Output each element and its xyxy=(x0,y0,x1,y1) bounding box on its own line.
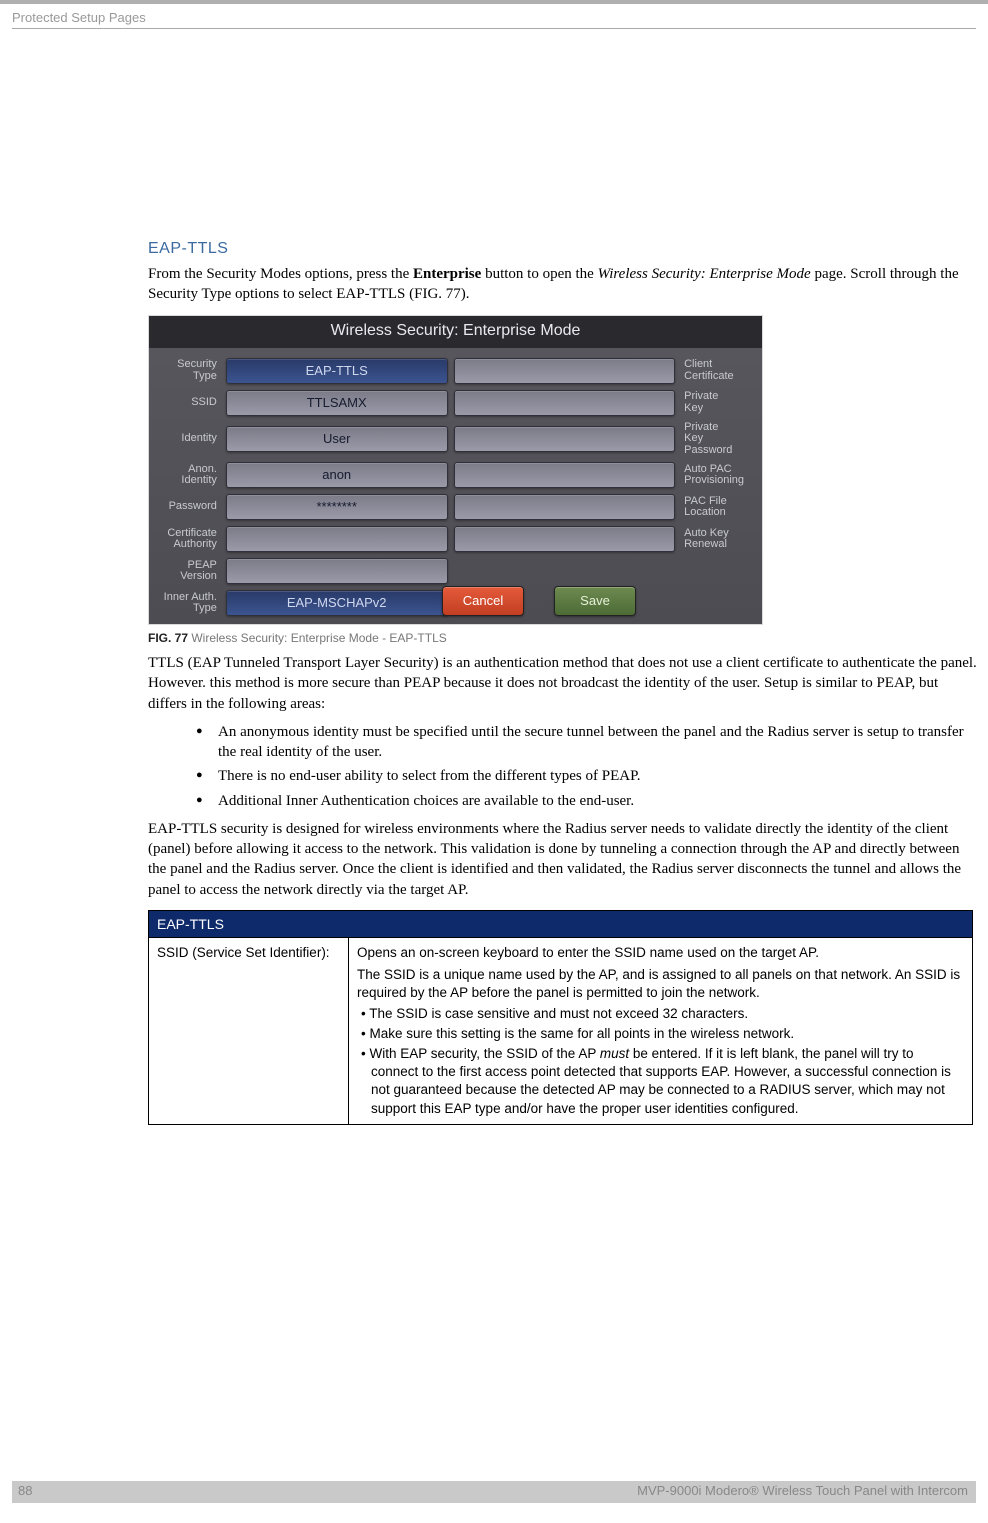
field-identity[interactable]: User xyxy=(226,426,448,452)
field-client-cert[interactable] xyxy=(454,358,676,384)
footer-title: MVP-9000i Modero® Wireless Touch Panel w… xyxy=(637,1483,968,1498)
fig-num: FIG. 77 xyxy=(148,631,188,645)
field-ssid[interactable]: TTLSAMX xyxy=(226,390,448,416)
row-security-type: Security Type EAP-TTLS Client Certificat… xyxy=(155,358,756,384)
label-pac-file: PAC File Location xyxy=(678,496,756,519)
footer: 88 MVP-9000i Modero® Wireless Touch Pane… xyxy=(0,1481,988,1509)
table-col2: Opens an on-screen keyboard to enter the… xyxy=(349,937,973,1124)
tc-b1: • The SSID is case sensitive and must no… xyxy=(357,1005,964,1023)
row-password: Password ******** PAC File Location xyxy=(155,494,756,520)
tc-p1: Opens an on-screen keyboard to enter the… xyxy=(357,944,964,962)
row-cert-auth: Certificate Authority Auto Key Renewal xyxy=(155,526,756,552)
tc-b3a: • With EAP security, the SSID of the AP xyxy=(361,1046,600,1061)
intro-paragraph: From the Security Modes options, press t… xyxy=(148,264,978,305)
label-private-key-pw: Private Key Password xyxy=(678,422,756,457)
label-client-cert: Client Certificate xyxy=(678,359,756,382)
screenshot-title: Wireless Security: Enterprise Mode xyxy=(149,316,762,348)
table-header: EAP-TTLS xyxy=(149,910,973,937)
tc-b3-italic: must xyxy=(600,1046,629,1061)
page-number: 88 xyxy=(18,1483,32,1498)
header-rule xyxy=(12,28,976,29)
label-password: Password xyxy=(155,501,223,513)
row-ssid: SSID TTLSAMX Private Key xyxy=(155,390,756,416)
label-security-type: Security Type xyxy=(155,359,223,382)
tc-b2: • Make sure this setting is the same for… xyxy=(357,1025,964,1043)
tc-b3: • With EAP security, the SSID of the AP … xyxy=(357,1045,964,1118)
row-identity: Identity User Private Key Password xyxy=(155,422,756,457)
bullet-3: Additional Inner Authentication choices … xyxy=(196,791,978,811)
tc-p2: The SSID is a unique name used by the AP… xyxy=(357,966,964,1002)
running-header: Protected Setup Pages xyxy=(12,10,146,25)
bullet-1: An anonymous identity must be specified … xyxy=(196,722,978,763)
label-auto-key: Auto Key Renewal xyxy=(678,528,756,551)
label-ssid: SSID xyxy=(155,397,223,409)
eap-table: EAP-TTLS SSID (Service Set Identifier): … xyxy=(148,910,973,1125)
page-content: EAP-TTLS From the Security Modes options… xyxy=(148,240,978,1125)
bullet-list: An anonymous identity must be specified … xyxy=(196,722,978,811)
label-peap: PEAP Version xyxy=(155,560,223,583)
field-cert-auth[interactable] xyxy=(226,526,448,552)
top-bar xyxy=(0,0,988,4)
screenshot-body: Security Type EAP-TTLS Client Certificat… xyxy=(149,348,762,625)
label-inner-auth: Inner Auth. Type xyxy=(155,592,223,615)
field-peap[interactable] xyxy=(226,558,448,584)
field-anon-identity[interactable]: anon xyxy=(226,462,448,488)
field-security-type[interactable]: EAP-TTLS xyxy=(226,358,448,384)
para-eap-ttls: EAP-TTLS security is designed for wirele… xyxy=(148,819,978,900)
intro-pre: From the Security Modes options, press t… xyxy=(148,266,413,282)
intro-mid: button to open the xyxy=(481,266,597,282)
section-title: EAP-TTLS xyxy=(148,240,978,258)
field-pac-file[interactable] xyxy=(454,494,676,520)
field-inner-auth[interactable]: EAP-MSCHAPv2 xyxy=(226,590,448,616)
save-button[interactable]: Save xyxy=(554,586,636,616)
label-cert-auth: Certificate Authority xyxy=(155,528,223,551)
label-anon-identity: Anon. Identity xyxy=(155,464,223,487)
label-auto-pac: Auto PAC Provisioning xyxy=(678,464,756,487)
row-peap: PEAP Version xyxy=(155,558,756,584)
label-identity: Identity xyxy=(155,433,223,445)
fig-text: Wireless Security: Enterprise Mode - EAP… xyxy=(188,631,447,645)
label-private-key: Private Key xyxy=(678,391,756,414)
screenshot-panel: Wireless Security: Enterprise Mode Secur… xyxy=(148,315,763,626)
table-col1: SSID (Service Set Identifier): xyxy=(149,937,349,1124)
cancel-button[interactable]: Cancel xyxy=(442,586,524,616)
field-private-key-pw[interactable] xyxy=(454,426,676,452)
para-ttls-desc: TTLS (EAP Tunneled Transport Layer Secur… xyxy=(148,653,978,714)
intro-bold: Enterprise xyxy=(413,266,481,282)
intro-italic: Wireless Security: Enterprise Mode xyxy=(598,266,811,282)
field-password[interactable]: ******** xyxy=(226,494,448,520)
figure-caption: FIG. 77 Wireless Security: Enterprise Mo… xyxy=(148,631,978,645)
bullet-2: There is no end-user ability to select f… xyxy=(196,766,978,786)
field-auto-pac[interactable] xyxy=(454,462,676,488)
row-anon-identity: Anon. Identity anon Auto PAC Provisionin… xyxy=(155,462,756,488)
field-private-key[interactable] xyxy=(454,390,676,416)
field-auto-key[interactable] xyxy=(454,526,676,552)
